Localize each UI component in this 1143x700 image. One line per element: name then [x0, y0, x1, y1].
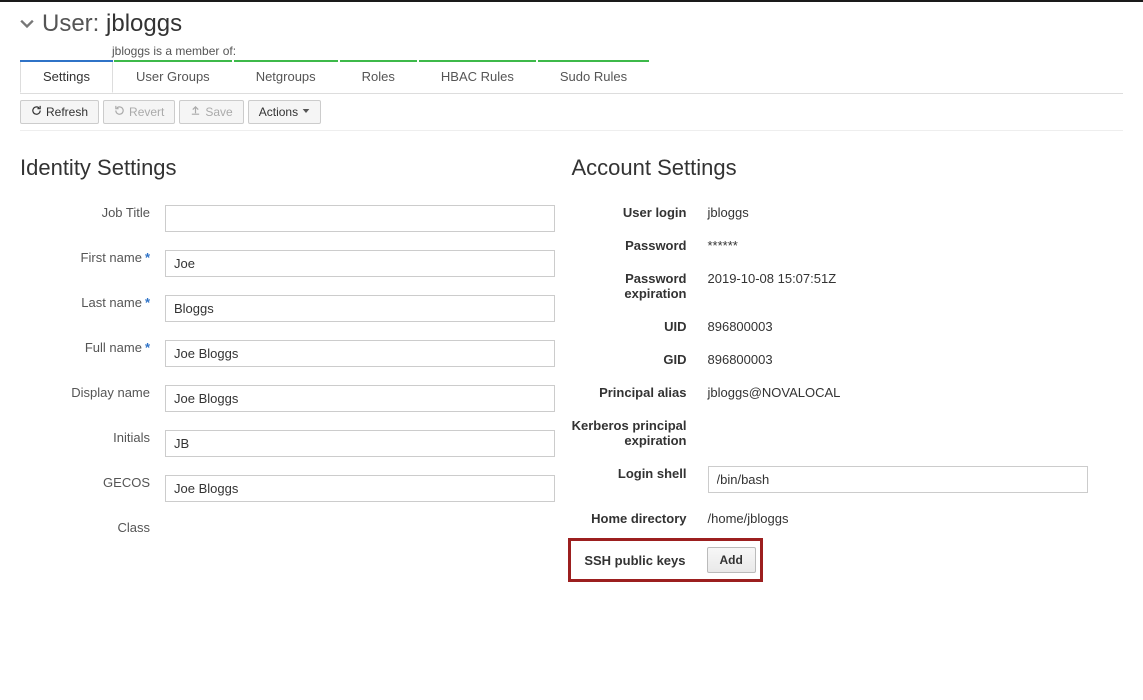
- tabs: Settings User Groups Netgroups Roles HBA…: [20, 60, 1123, 94]
- save-button[interactable]: Save: [179, 100, 243, 124]
- input-initials[interactable]: [165, 430, 555, 457]
- upload-icon: [190, 105, 201, 119]
- tab-roles[interactable]: Roles: [339, 60, 418, 93]
- title-username: jbloggs: [106, 10, 182, 37]
- tab-sudo-rules[interactable]: Sudo Rules: [537, 60, 650, 93]
- tab-hbac-rules[interactable]: HBAC Rules: [418, 60, 537, 93]
- label-login-shell: Login shell: [572, 460, 702, 481]
- input-job-title[interactable]: [165, 205, 555, 232]
- account-section-title: Account Settings: [572, 155, 1124, 181]
- refresh-icon: [31, 105, 42, 119]
- member-of-text: jbloggs is a member of:: [20, 44, 1123, 58]
- value-password-expiration: 2019-10-08 15:07:51Z: [702, 265, 1124, 286]
- label-gid: GID: [572, 346, 702, 367]
- value-kerberos-expiration: [702, 412, 1124, 418]
- toolbar: Refresh Revert Save Actions: [20, 94, 1123, 131]
- value-uid: 896800003: [702, 313, 1124, 334]
- page-title: User: jbloggs: [42, 10, 182, 38]
- value-password: ******: [702, 232, 1124, 253]
- title-prefix: User:: [42, 10, 106, 37]
- input-login-shell[interactable]: [708, 466, 1088, 493]
- identity-section-title: Identity Settings: [20, 155, 572, 181]
- label-last-name: Last name*: [20, 289, 165, 310]
- label-principal-alias: Principal alias: [572, 379, 702, 400]
- tab-user-groups[interactable]: User Groups: [113, 60, 233, 93]
- caret-down-icon: [302, 106, 310, 118]
- label-initials: Initials: [20, 424, 165, 445]
- label-uid: UID: [572, 313, 702, 334]
- label-user-login: User login: [572, 199, 702, 220]
- value-gid: 896800003: [702, 346, 1124, 367]
- label-class: Class: [20, 514, 165, 535]
- value-user-login: jbloggs: [702, 199, 1124, 220]
- input-gecos[interactable]: [165, 475, 555, 502]
- label-display-name: Display name: [20, 379, 165, 400]
- chevron-down-icon[interactable]: [20, 14, 34, 35]
- label-password-expiration: Password expiration: [572, 265, 702, 301]
- tab-settings[interactable]: Settings: [20, 60, 113, 93]
- refresh-button[interactable]: Refresh: [20, 100, 99, 124]
- page-header: User: jbloggs: [20, 2, 1123, 44]
- input-display-name[interactable]: [165, 385, 555, 412]
- actions-dropdown[interactable]: Actions: [248, 100, 321, 124]
- value-class: [165, 514, 572, 520]
- input-last-name[interactable]: [165, 295, 555, 322]
- tab-netgroups[interactable]: Netgroups: [233, 60, 339, 93]
- undo-icon: [114, 105, 125, 119]
- label-home-directory: Home directory: [572, 505, 702, 526]
- value-principal-alias: jbloggs@NOVALOCAL: [702, 379, 1124, 400]
- value-home-directory: /home/jbloggs: [702, 505, 1124, 526]
- label-kerberos-expiration: Kerberos principal expiration: [572, 412, 702, 448]
- label-password: Password: [572, 232, 702, 253]
- input-full-name[interactable]: [165, 340, 555, 367]
- input-first-name[interactable]: [165, 250, 555, 277]
- ssh-keys-highlight: SSH public keys Add: [568, 538, 763, 582]
- add-ssh-key-button[interactable]: Add: [707, 547, 756, 573]
- label-full-name: Full name*: [20, 334, 165, 355]
- label-gecos: GECOS: [20, 469, 165, 490]
- revert-button[interactable]: Revert: [103, 100, 175, 124]
- label-ssh-public-keys: SSH public keys: [571, 553, 701, 568]
- label-first-name: First name*: [20, 244, 165, 265]
- label-job-title: Job Title: [20, 199, 165, 220]
